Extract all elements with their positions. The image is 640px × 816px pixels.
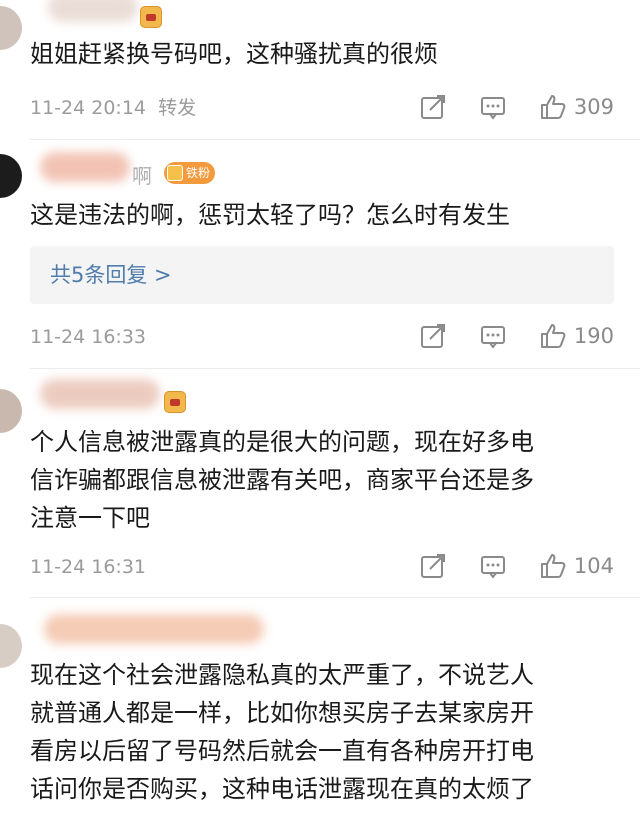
comment-4: 现在这个社会泄露隐私真的太严重了，不说艺人 就普通人都是一样，比如你想买房子去某… (0, 598, 640, 816)
repost-link[interactable]: 转发 (158, 97, 196, 119)
fan-tag-label: 铁粉 (186, 166, 211, 180)
like-count: 104 (573, 554, 614, 578)
comment-time: 11-24 16:33 (30, 326, 147, 348)
comment-icon[interactable] (480, 553, 506, 579)
comment-time: 11-24 20:14 (30, 97, 147, 119)
username-blurred[interactable] (44, 614, 264, 644)
comment-icon[interactable] (480, 94, 506, 120)
comment-text: 现在这个社会泄露隐私真的太严重了，不说艺人 就普通人都是一样，比如你想买房子去某… (30, 661, 534, 803)
username-blurred[interactable] (40, 152, 130, 182)
comment-meta: 11-24 16:31 (30, 555, 146, 579)
like-count: 309 (573, 95, 614, 119)
fan-tag: 铁粉 (164, 162, 216, 184)
member-badge-icon (164, 391, 186, 413)
comment-meta: 11-24 20:14 转发 (30, 96, 196, 120)
like-button[interactable]: 190 (540, 323, 614, 349)
share-icon[interactable] (420, 553, 446, 579)
comment-actions: 104 (420, 553, 614, 579)
comment-text: 姐姐赶紧换号码吧，这种骚扰真的很烦 (30, 40, 438, 68)
comment-icon[interactable] (480, 323, 506, 349)
like-button[interactable]: 104 (540, 553, 614, 579)
share-icon[interactable] (420, 94, 446, 120)
thumbs-up-icon (540, 95, 566, 119)
avatar[interactable] (0, 624, 22, 668)
like-count: 190 (573, 324, 614, 348)
thumbs-up-icon (540, 554, 566, 578)
avatar[interactable] (0, 154, 22, 198)
replies-link[interactable]: 共5条回复 > (30, 246, 614, 304)
username-suffix[interactable]: 啊 (132, 160, 152, 189)
crown-icon (167, 165, 183, 181)
comment-text: 这是违法的啊，惩罚太轻了吗？怎么时有发生 (30, 201, 510, 229)
comment-3: 个人信息被泄露真的是很大的问题，现在好多电 信诈骗都跟信息被泄露有关吧，商家平台… (0, 369, 640, 597)
comment-text: 个人信息被泄露真的是很大的问题，现在好多电 信诈骗都跟信息被泄露有关吧，商家平台… (30, 428, 534, 532)
comment-2: 啊 铁粉 这是违法的啊，惩罚太轻了吗？怎么时有发生 共5条回复 > 11-24 … (0, 140, 640, 368)
thumbs-up-icon (540, 324, 566, 348)
avatar[interactable] (0, 389, 22, 433)
comment-actions: 309 (420, 94, 614, 120)
username-blurred[interactable] (40, 379, 160, 409)
comment-1: 姐姐赶紧换号码吧，这种骚扰真的很烦 11-24 20:14 转发 309 (0, 0, 640, 140)
member-badge-icon (140, 6, 162, 28)
username-blurred[interactable] (48, 0, 138, 22)
like-button[interactable]: 309 (540, 94, 614, 120)
share-icon[interactable] (420, 323, 446, 349)
comment-time: 11-24 16:31 (30, 556, 147, 578)
comment-meta: 11-24 16:33 (30, 325, 146, 349)
avatar[interactable] (0, 6, 22, 50)
replies-label[interactable]: 共5条回复 > (50, 259, 172, 289)
comment-actions: 190 (420, 323, 614, 349)
